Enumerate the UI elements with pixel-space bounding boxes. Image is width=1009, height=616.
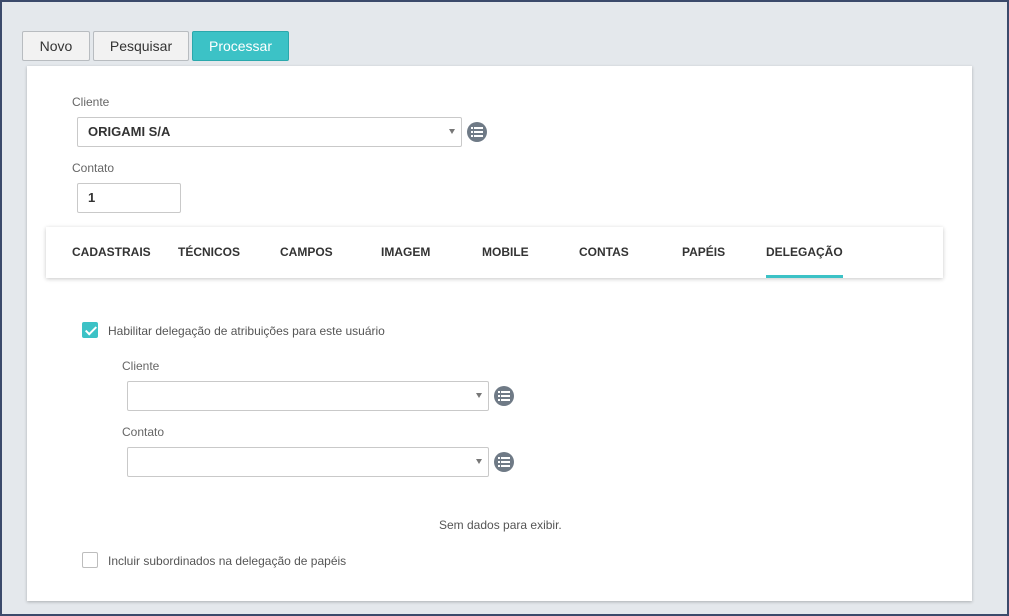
chevron-down-icon	[476, 459, 482, 464]
form-card: Cliente ORIGAMI S/A Contato 1 CADASTRAIS…	[27, 66, 972, 601]
processar-button[interactable]: Processar	[192, 31, 289, 61]
tab-tecnicos[interactable]: TÉCNICOS	[178, 227, 240, 278]
tab-bar: CADASTRAIS TÉCNICOS CAMPOS IMAGEM MOBILE…	[46, 227, 943, 278]
tab-contas[interactable]: CONTAS	[579, 227, 629, 278]
tab-papeis[interactable]: PAPÉIS	[682, 227, 725, 278]
contato-label: Contato	[72, 161, 115, 175]
novo-button[interactable]: Novo	[22, 31, 90, 61]
chevron-down-icon	[449, 129, 455, 134]
contato-input-value: 1	[88, 190, 96, 205]
tab-imagem[interactable]: IMAGEM	[381, 227, 430, 278]
include-subordinates-label: Incluir subordinados na delegação de pap…	[108, 554, 347, 568]
list-icon[interactable]	[467, 122, 487, 142]
chevron-down-icon	[476, 393, 482, 398]
delegacao-cliente-label: Cliente	[122, 359, 160, 373]
tab-mobile[interactable]: MOBILE	[482, 227, 529, 278]
tab-delegacao[interactable]: DELEGAÇÃO	[766, 227, 843, 278]
pesquisar-button[interactable]: Pesquisar	[93, 31, 189, 61]
delegacao-cliente-select[interactable]	[127, 381, 489, 411]
list-icon[interactable]	[494, 452, 514, 472]
tab-campos[interactable]: CAMPOS	[280, 227, 333, 278]
contato-input[interactable]: 1	[77, 183, 181, 213]
include-subordinates-checkbox[interactable]	[82, 552, 98, 568]
enable-delegation-checkbox[interactable]	[82, 322, 98, 338]
empty-message: Sem dados para exibir.	[439, 518, 562, 532]
tab-cadastrais[interactable]: CADASTRAIS	[72, 227, 151, 278]
cliente-select[interactable]: ORIGAMI S/A	[77, 117, 462, 147]
toolbar: Novo Pesquisar Processar	[22, 31, 289, 61]
cliente-label: Cliente	[72, 95, 110, 109]
delegacao-contato-select[interactable]	[127, 447, 489, 477]
cliente-select-value: ORIGAMI S/A	[88, 124, 171, 139]
delegacao-contato-label: Contato	[122, 425, 165, 439]
list-icon[interactable]	[494, 386, 514, 406]
enable-delegation-label: Habilitar delegação de atribuições para …	[108, 324, 385, 338]
